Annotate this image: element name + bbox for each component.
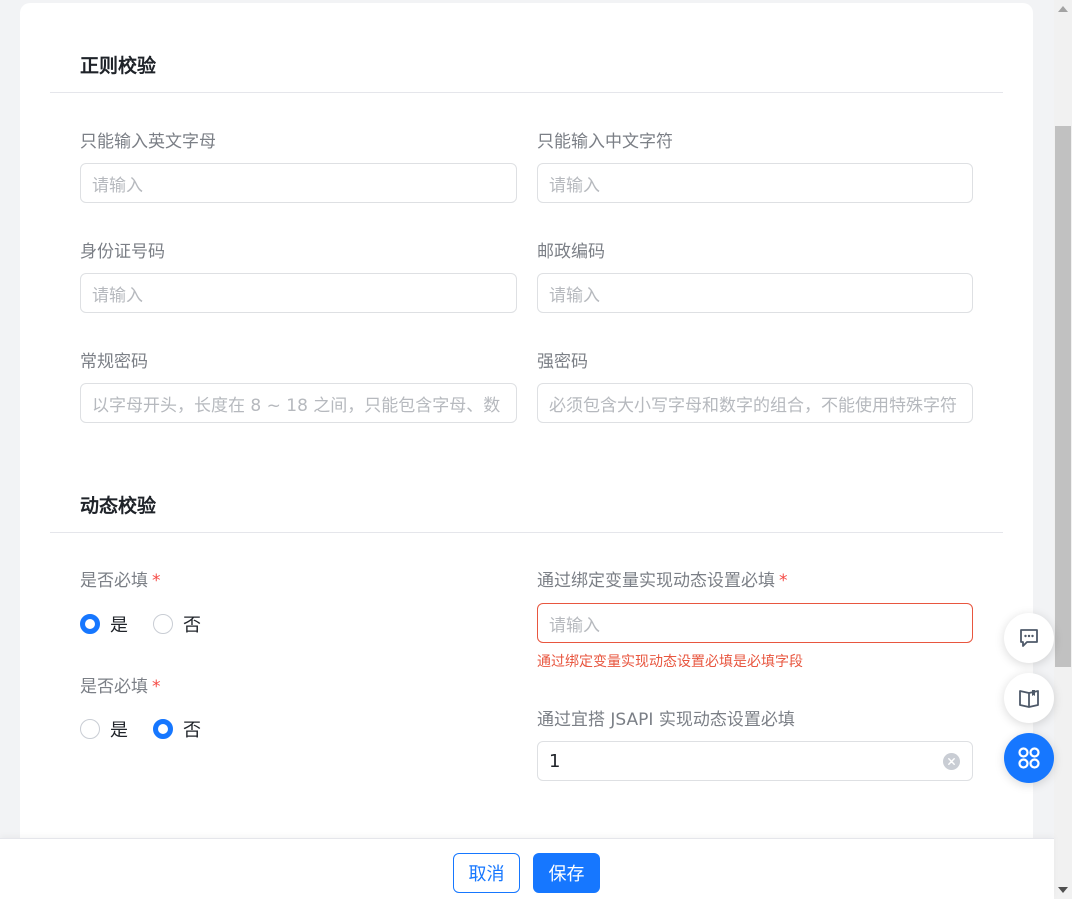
radio-label-yes: 是 (110, 615, 128, 636)
required-mark: * (152, 677, 161, 697)
label-bind-var-text: 通过绑定变量实现动态设置必填 (537, 571, 775, 591)
jsapi-input[interactable]: 1 (537, 741, 973, 781)
radio-label-yes: 是 (110, 720, 128, 741)
bind-var-input[interactable]: 请输入 (537, 603, 973, 643)
apps-button[interactable] (1004, 733, 1054, 783)
vertical-scrollbar[interactable] (1054, 0, 1072, 899)
label-required-1-text: 是否必填 (80, 571, 148, 591)
strong-password-input[interactable]: 必须包含大小写字母和数字的组合，不能使用特殊字符 (537, 383, 973, 423)
label-normal-password: 常规密码 (80, 352, 148, 372)
jsapi-value: 1 (549, 750, 561, 772)
chinese-only-placeholder: 请输入 (549, 175, 600, 196)
normal-password-input[interactable]: 以字母开头，长度在 8 ~ 18 之间，只能包含字母、数 (80, 383, 517, 423)
label-required-1: 是否必填 * (80, 566, 161, 591)
footer-bar: 取消 保存 (0, 838, 1054, 899)
chinese-only-input[interactable]: 请输入 (537, 163, 973, 203)
section-title-regex: 正则校验 (80, 55, 157, 77)
radio-checked-icon (80, 614, 100, 634)
required-mark: * (779, 571, 788, 591)
section-divider (50, 92, 1003, 93)
radio-required-2-no[interactable]: 否 (153, 716, 201, 742)
radio-required-1-yes[interactable]: 是 (80, 611, 128, 637)
clear-icon[interactable] (943, 753, 960, 770)
radio-required-1-no[interactable]: 否 (153, 611, 201, 637)
label-jsapi: 通过宜搭 JSAPI 实现动态设置必填 (537, 710, 795, 730)
radio-label-no: 否 (183, 615, 201, 636)
cancel-button[interactable]: 取消 (453, 853, 520, 893)
section-divider (50, 532, 1003, 533)
normal-password-placeholder: 以字母开头，长度在 8 ~ 18 之间，只能包含字母、数 (92, 395, 501, 416)
label-bind-var: 通过绑定变量实现动态设置必填 * (537, 566, 788, 591)
bind-var-error-message: 通过绑定变量实现动态设置必填是必填字段 (537, 654, 803, 670)
radio-label-no: 否 (183, 720, 201, 741)
chat-button[interactable] (1004, 613, 1054, 663)
label-english-only: 只能输入英文字母 (80, 132, 216, 152)
scroll-down-icon[interactable] (1058, 887, 1068, 893)
id-number-input[interactable]: 请输入 (80, 273, 517, 313)
label-id-number: 身份证号码 (80, 242, 165, 262)
radio-required-2-yes[interactable]: 是 (80, 716, 128, 742)
label-chinese-only: 只能输入中文字符 (537, 132, 673, 152)
radio-unchecked-icon (80, 719, 100, 739)
label-required-2-text: 是否必填 (80, 677, 148, 697)
strong-password-placeholder: 必须包含大小写字母和数字的组合，不能使用特殊字符 (549, 395, 957, 416)
save-button[interactable]: 保存 (533, 853, 600, 893)
radio-unchecked-icon (153, 614, 173, 634)
scrollbar-thumb[interactable] (1055, 126, 1071, 667)
chat-icon (1020, 629, 1038, 647)
apps-grid-icon (1018, 747, 1040, 769)
book-icon (1019, 690, 1039, 708)
postal-code-input[interactable]: 请输入 (537, 273, 973, 313)
radio-checked-icon (153, 719, 173, 739)
label-postal-code: 邮政编码 (537, 242, 605, 262)
label-strong-password: 强密码 (537, 352, 588, 372)
id-number-placeholder: 请输入 (92, 285, 143, 306)
scroll-up-icon[interactable] (1058, 6, 1068, 12)
label-required-2: 是否必填 * (80, 672, 161, 697)
english-only-placeholder: 请输入 (92, 175, 143, 196)
english-only-input[interactable]: 请输入 (80, 163, 517, 203)
postal-code-placeholder: 请输入 (549, 285, 600, 306)
section-title-dynamic: 动态校验 (80, 495, 157, 517)
docs-button[interactable] (1004, 673, 1054, 723)
bind-var-placeholder: 请输入 (549, 615, 600, 636)
required-mark: * (152, 571, 161, 591)
